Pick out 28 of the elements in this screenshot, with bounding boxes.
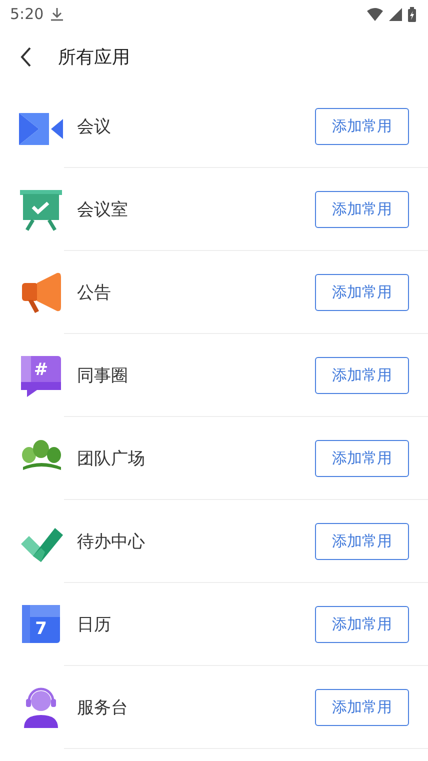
- app-name: 待办中心: [77, 531, 146, 553]
- add-favorite-button[interactable]: 添加常用: [315, 357, 409, 394]
- hash-icon-text: #: [32, 360, 50, 380]
- calendar-day-text: 7: [34, 618, 48, 638]
- status-time: 5:20: [10, 5, 44, 23]
- app-name: 服务台: [77, 697, 129, 719]
- add-favorite-button[interactable]: 添加常用: [315, 689, 409, 726]
- app-name: 公告: [77, 282, 112, 304]
- app-name: 同事圈: [77, 365, 129, 387]
- download-icon: [50, 7, 64, 21]
- app-name: 日历: [77, 614, 112, 636]
- add-favorite-button[interactable]: 添加常用: [315, 191, 409, 228]
- signal-icon: [389, 8, 402, 20]
- page-title: 所有应用: [58, 46, 130, 68]
- app-name: 会议: [77, 116, 112, 138]
- megaphone-icon: [19, 270, 63, 314]
- presentation-board-icon: [19, 188, 63, 232]
- app-name: 会议室: [77, 199, 129, 221]
- app-name: 团队广场: [77, 448, 146, 470]
- add-favorite-button[interactable]: 添加常用: [315, 440, 409, 477]
- add-favorite-button[interactable]: 添加常用: [315, 274, 409, 311]
- back-icon[interactable]: [20, 46, 32, 66]
- battery-icon: [408, 6, 416, 22]
- add-favorite-button[interactable]: 添加常用: [315, 108, 409, 145]
- add-favorite-button[interactable]: 添加常用: [315, 523, 409, 560]
- hashtag-chat-icon: [19, 354, 63, 398]
- wifi-icon: [367, 8, 383, 20]
- add-favorite-button[interactable]: 添加常用: [315, 606, 409, 643]
